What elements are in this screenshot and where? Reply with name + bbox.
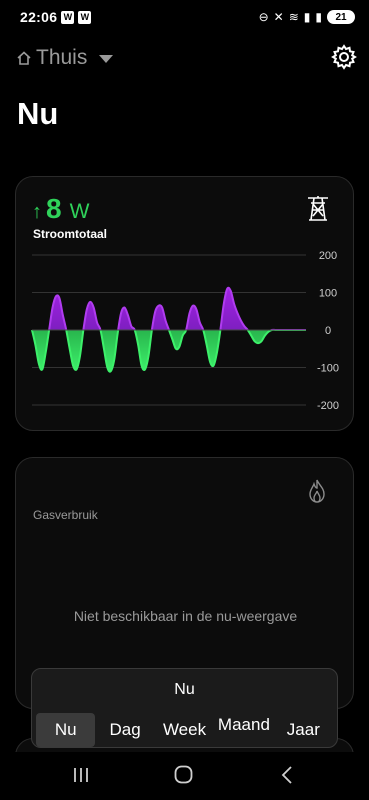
status-time: 22:06: [20, 9, 58, 25]
recent-apps-icon[interactable]: [72, 768, 90, 782]
power-unit: W: [69, 200, 90, 223]
page-title: Nu: [17, 96, 59, 131]
gas-label: Gasverbruik: [33, 508, 98, 522]
status-icons: ⊖ ✕ ≋ ▮ ▮ 21: [259, 10, 355, 24]
location-label: Thuis: [36, 46, 88, 69]
y-tick-label: 200: [319, 250, 337, 262]
tab-nu[interactable]: Nu: [36, 713, 96, 747]
home-button-icon[interactable]: [174, 765, 193, 784]
do-not-disturb-icon: ⊖: [258, 10, 269, 24]
notification-w-icon: W: [61, 10, 75, 24]
period-title: Nu: [174, 681, 195, 698]
period-selector: Nu Nu Dag Week Maand Jaar: [31, 668, 338, 748]
power-number: 8: [46, 193, 62, 224]
y-tick-label: -100: [317, 363, 339, 375]
tab-week[interactable]: Week: [155, 713, 214, 747]
home-icon: [17, 51, 31, 65]
notification-w-icon-2: W: [78, 10, 92, 24]
arrow-up-icon: ↑: [32, 201, 42, 223]
battery-icon: 21: [327, 10, 355, 24]
location-selector[interactable]: Thuis: [16, 46, 114, 70]
signal-icon: ▮: [303, 10, 311, 24]
power-value: ↑ 8 W: [32, 193, 89, 225]
y-tick-label: 100: [319, 288, 337, 300]
flame-icon: [309, 479, 325, 503]
y-tick-label: 0: [325, 325, 331, 337]
power-card[interactable]: ↑ 8 W Stroomtotaal 200 100 0 -100 -200: [15, 176, 354, 431]
status-bar: 22:06 W W ⊖ ✕ ≋ ▮ ▮ 21: [0, 0, 369, 34]
wifi-icon: ≋: [288, 10, 299, 24]
tab-jaar[interactable]: Jaar: [274, 713, 333, 747]
chevron-down-icon: [99, 55, 114, 63]
y-tick-label: -200: [317, 400, 339, 412]
signal-icon-2: ▮: [315, 10, 322, 24]
tab-dag[interactable]: Dag: [95, 713, 154, 747]
period-tabs: Nu Dag Week Maand Jaar: [36, 713, 333, 747]
navigation-bar: [0, 752, 369, 800]
back-icon[interactable]: [280, 766, 294, 784]
power-chart: 200 100 0 -100 -200: [31, 250, 339, 412]
mute-icon: ✕: [273, 10, 284, 24]
power-pylon-icon: [308, 196, 328, 221]
tab-maand[interactable]: Maand: [214, 713, 273, 747]
gas-unavailable-message: Niet beschikbaar in de nu-weergave: [73, 608, 298, 624]
gear-icon[interactable]: [330, 43, 358, 71]
